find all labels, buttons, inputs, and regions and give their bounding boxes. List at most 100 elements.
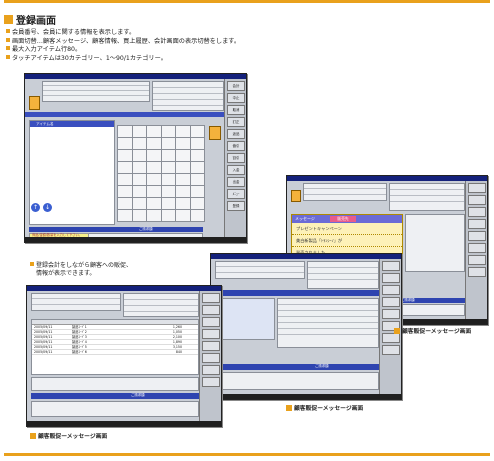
function-key[interactable] <box>468 195 486 205</box>
function-key[interactable] <box>202 377 220 387</box>
touch-item-grid[interactable] <box>117 125 205 222</box>
function-key-column <box>199 291 221 421</box>
window-titlebar <box>27 286 221 291</box>
window-titlebar <box>25 74 246 79</box>
bullet-text: タッチアイテムは30カテゴリー、1～90/1カテゴリー。 <box>12 54 167 62</box>
function-key[interactable] <box>202 353 220 363</box>
message-tab-active[interactable]: 販売先 <box>330 216 356 222</box>
screenshot-purchase-history: 2005/09/11 製品ｺｰﾄﾞ1 1,260 2005/09/11 製品ｺｰﾄﾞ2… <box>26 285 222 427</box>
scroll-down-icon[interactable]: ↓ <box>43 203 52 212</box>
function-key[interactable] <box>468 231 486 241</box>
function-key-register[interactable]: 登録 <box>227 201 245 211</box>
category-next-button[interactable] <box>209 126 221 140</box>
function-key[interactable] <box>202 317 220 327</box>
bullet-square-icon <box>6 46 10 51</box>
row-date: 2005/09/11 <box>34 335 53 339</box>
row-item: 製品ｺｰﾄﾞ5 <box>72 345 87 349</box>
screenshot-register-main: アイテム名 ↑ ↓ ご請求額 商品/金額/数量を入力して下さい。 会計 中止 取… <box>24 73 247 243</box>
customer-detail-panel <box>152 81 224 111</box>
function-key[interactable] <box>468 183 486 193</box>
function-key-checkout[interactable]: 会計 <box>227 81 245 91</box>
window-titlebar <box>287 176 487 181</box>
row-item: 製品ｺｰﾄﾞ2 <box>72 330 87 334</box>
caption-square-icon <box>394 327 400 334</box>
screen-switch-tabs[interactable] <box>25 112 224 117</box>
row-amount: 1,260 <box>172 325 182 329</box>
message-line-2: 美白新製品「ﾄﾗﾝｼｰﾉ」が <box>292 235 402 247</box>
row-date: 2005/09/11 <box>34 345 53 349</box>
item-list-header: アイテム名 <box>30 121 114 127</box>
function-key-void[interactable]: 取消 <box>227 105 245 115</box>
history-table: 2005/09/11 製品ｺｰﾄﾞ1 1,260 2005/09/11 製品ｺｰﾄﾞ2… <box>31 319 199 375</box>
row-amount: 840 <box>175 350 182 354</box>
bullet-text: 会員番号、会員に関する情報を表示します。 <box>12 29 136 36</box>
function-key[interactable] <box>382 309 400 319</box>
row-amount: 1,050 <box>172 330 182 334</box>
row-item: 製品ｺｰﾄﾞ4 <box>72 340 87 344</box>
function-key-column: 会計 中止 取消 訂正 返品 値引 割引 入金 出金 ﾒﾆｭｰ 登録 <box>224 79 246 237</box>
function-key-discount[interactable]: 値引 <box>227 141 245 151</box>
function-key[interactable] <box>468 219 486 229</box>
message-tab-label: メッセージ <box>295 216 315 221</box>
function-key-deposit[interactable]: 入金 <box>227 165 245 175</box>
bill-total-bar: ご請求額 <box>215 364 379 370</box>
bill-label: ご請求額 <box>131 393 145 397</box>
member-badge <box>291 190 301 202</box>
callout-square-icon <box>30 262 34 266</box>
function-key-return[interactable]: 返品 <box>227 129 245 139</box>
customer-detail-panel <box>389 183 465 211</box>
function-key[interactable] <box>202 305 220 315</box>
function-key[interactable] <box>202 293 220 303</box>
function-key-withdraw[interactable]: 出金 <box>227 177 245 187</box>
status-bar <box>211 394 401 399</box>
summary-panel <box>31 377 199 391</box>
function-key[interactable] <box>468 207 486 217</box>
payment-panel <box>215 372 379 390</box>
callout-line-1: 登録会計をしながら顧客への販促、 <box>36 262 133 269</box>
bullet-text: 最大入力アイテム行80。 <box>12 46 82 54</box>
bill-label: ご請求額 <box>139 227 153 231</box>
function-key[interactable] <box>202 329 220 339</box>
caption-left: 顧客販促ーメッセージ画面 <box>30 431 107 440</box>
function-key-column <box>465 181 487 319</box>
bullet-square-icon <box>6 37 10 42</box>
function-key[interactable] <box>468 255 486 265</box>
status-bar <box>25 237 246 242</box>
function-key-cancel[interactable]: 中止 <box>227 93 245 103</box>
bullet-square-icon <box>6 54 10 59</box>
customer-info-panel <box>215 298 275 340</box>
bullet-4: タッチアイテムは30カテゴリー、1～90/1カテゴリー。 <box>6 54 167 64</box>
page-title-text: 登録画面 <box>16 15 56 27</box>
function-key[interactable] <box>202 365 220 375</box>
bullet-2: 画面切替…顧客メッセージ、顧客情報、買上履歴、会計画面の表示切替をします。 <box>6 37 240 47</box>
bottom-accent-line <box>4 453 490 456</box>
function-key-menu[interactable]: ﾒﾆｭｰ <box>227 189 245 199</box>
caption-right-text: 顧客販促ーメッセージ画面 <box>402 329 472 335</box>
scroll-up-icon[interactable]: ↑ <box>31 203 40 212</box>
callout-line-2: 情報が表示できます。 <box>36 270 96 277</box>
member-info-panel <box>215 261 305 279</box>
function-key[interactable] <box>202 341 220 351</box>
function-key[interactable] <box>468 267 486 277</box>
function-key[interactable] <box>468 243 486 253</box>
function-key[interactable] <box>382 273 400 283</box>
caption-middle: 顧客販促ーメッセージ画面 <box>286 403 363 412</box>
row-amount: 3,150 <box>172 345 182 349</box>
row-amount: 2,100 <box>172 335 182 339</box>
function-key[interactable] <box>382 261 400 271</box>
function-key[interactable] <box>382 285 400 295</box>
function-key-correct[interactable]: 訂正 <box>227 117 245 127</box>
row-date: 2005/09/11 <box>34 325 53 329</box>
history-panel <box>277 298 379 348</box>
function-key[interactable] <box>382 297 400 307</box>
purchase-panel <box>405 214 465 272</box>
bill-total-bar: ご請求額 <box>29 227 203 232</box>
status-bar <box>27 421 221 426</box>
caption-left-text: 顧客販促ーメッセージ画面 <box>38 434 108 440</box>
customer-detail-panel <box>123 293 199 317</box>
function-key[interactable] <box>382 345 400 355</box>
function-key-percent[interactable]: 割引 <box>227 153 245 163</box>
history-row[interactable]: 2005/09/11 製品ｺｰﾄﾞ6 840 <box>32 350 198 355</box>
bullet-1: 会員番号、会員に関する情報を表示します。 <box>6 29 135 38</box>
callout-text: 登録会計をしながら顧客への販促、 情報が表示できます。 <box>30 262 132 278</box>
